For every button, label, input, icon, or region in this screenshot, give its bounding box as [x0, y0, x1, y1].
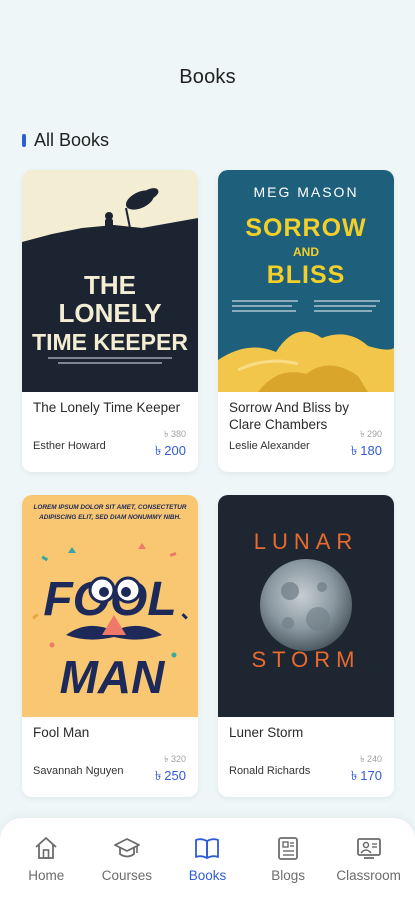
cover-title-line: BLISS: [267, 261, 346, 289]
cover-title-line: MAN: [60, 651, 166, 703]
nav-item-books[interactable]: Books: [169, 834, 245, 883]
app-bar: Books: [0, 0, 415, 118]
section-title: All Books: [34, 130, 110, 150]
nav-item-courses[interactable]: Courses: [89, 834, 165, 883]
old-price: ৳ 290: [360, 429, 382, 439]
price: ৳ 200: [155, 442, 186, 463]
nav-item-home[interactable]: Home: [8, 834, 84, 883]
currency-symbol: ৳: [154, 768, 162, 783]
price-value: 250: [164, 768, 186, 783]
nav-label: Home: [28, 868, 65, 883]
home-icon: [35, 837, 57, 859]
book-cover-image: LOREM IPSUM DOLOR SIT AMET, CONSECTETUR …: [22, 495, 198, 717]
book-cover-image: MEG MASON SORROW AND BLISS: [218, 170, 394, 392]
book-author: Savannah Nguyen: [33, 765, 124, 777]
currency-symbol: ৳: [350, 443, 358, 458]
cover-title-line: SORROW: [245, 214, 366, 242]
price: ৳ 180: [351, 442, 382, 463]
nav-label: Classroom: [336, 868, 401, 883]
book-cover-image: LUNAR STORM: [218, 495, 394, 717]
book-title: Fool Man: [33, 725, 90, 740]
cover-title-line: LONELY: [58, 298, 161, 328]
book-card[interactable]: MEG MASON SORROW AND BLISS Sorrow And Bl…: [218, 170, 394, 472]
book-card[interactable]: LUNAR STORM Luner Storm Ronald Richards …: [218, 495, 394, 797]
classroom-icon: [356, 838, 381, 859]
bottom-navigation: Home Courses Books Blogs Classroom: [0, 818, 415, 900]
book-author: Ronald Richards: [229, 765, 311, 777]
cover-tagline: LOREM IPSUM DOLOR SIT AMET, CONSECTETUR: [33, 504, 186, 511]
book-title: Luner Storm: [229, 725, 304, 740]
cover-author: MEG MASON: [253, 184, 358, 200]
currency-symbol: ৳: [350, 768, 358, 783]
blog-icon: [278, 837, 298, 860]
nav-item-classroom[interactable]: Classroom: [331, 834, 407, 883]
old-price: ৳ 240: [360, 754, 382, 764]
graduation-cap-icon: [113, 838, 140, 858]
book-author: Esther Howard: [33, 440, 106, 452]
old-price: ৳ 320: [164, 754, 186, 764]
book-cover-image: THE LONELY TIME KEEPER: [22, 170, 198, 392]
price-value: 170: [360, 768, 382, 783]
old-price: ৳ 380: [164, 429, 186, 439]
cover-title-line: THE: [84, 270, 136, 300]
cover-title-line: STORM: [251, 647, 360, 672]
price-value: 180: [360, 443, 382, 458]
currency-symbol: ৳: [154, 443, 162, 458]
cover-tagline: ADIPISCING ELIT, SED DIAM NONUMMY NIBH.: [38, 514, 181, 521]
book-card[interactable]: THE LONELY TIME KEEPER The Lonely Time K…: [22, 170, 198, 472]
book-author: Leslie Alexander: [229, 440, 310, 452]
price-value: 200: [164, 443, 186, 458]
book-title: The Lonely Time Keeper: [33, 400, 181, 415]
price: ৳ 170: [351, 767, 382, 788]
section-header: All Books: [22, 130, 109, 151]
nav-label: Courses: [101, 868, 153, 883]
page-title: Books: [179, 66, 236, 88]
price: ৳ 250: [155, 767, 186, 788]
cover-title-line: TIME KEEPER: [32, 329, 188, 355]
nav-label: Blogs: [271, 868, 305, 883]
cover-title-line: LUNAR: [254, 529, 359, 554]
book-icon: [195, 838, 220, 859]
cover-title-line: AND: [293, 245, 319, 259]
nav-item-blogs[interactable]: Blogs: [250, 834, 326, 883]
nav-label: Books: [188, 868, 227, 883]
book-card[interactable]: LOREM IPSUM DOLOR SIT AMET, CONSECTETUR …: [22, 495, 198, 797]
section-accent-bar: [22, 134, 26, 147]
